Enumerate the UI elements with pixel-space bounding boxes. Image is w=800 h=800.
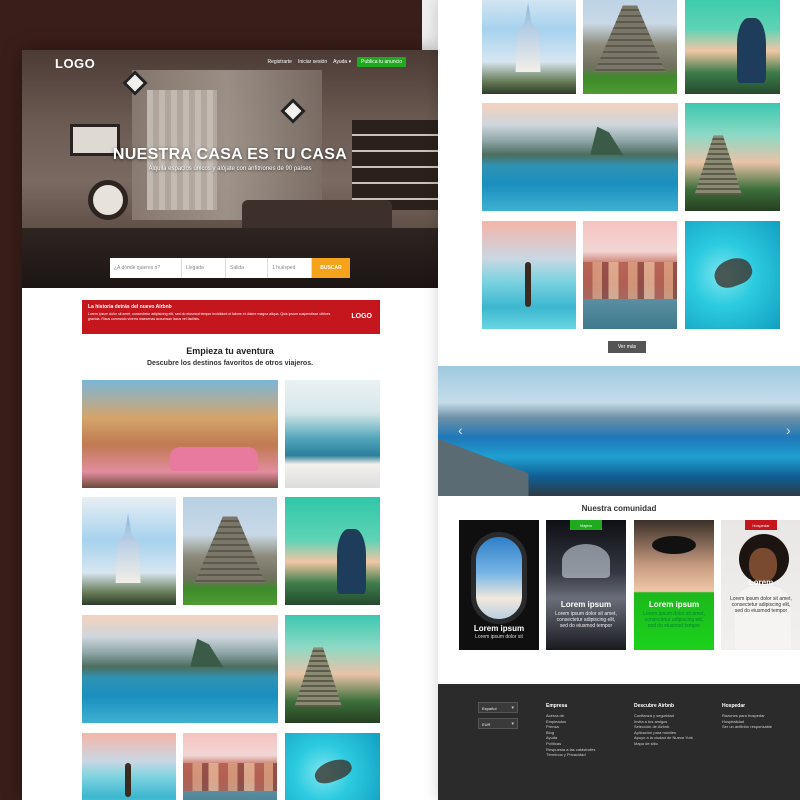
search-button[interactable]: BUSCAR [312, 258, 350, 278]
promo-banner[interactable]: La historia detrás del nuevo Airbnb Lore… [82, 300, 380, 334]
chevron-down-icon: ▾ [511, 721, 514, 727]
footer-column-hospedar: Hospedar Razones para hospedar Hospitali… [722, 703, 772, 730]
arrow-right-icon[interactable]: › [786, 422, 791, 438]
gallery-photo-balloons[interactable] [685, 0, 780, 94]
card-title: Lorem ipsum [560, 600, 612, 609]
footer: Español ▾ EUR ▾ [438, 684, 800, 800]
guests-select[interactable]: 1 huésped [268, 258, 312, 278]
see-more-button[interactable]: Ver más [608, 341, 646, 353]
arrow-left-icon[interactable]: ‹ [458, 422, 463, 438]
currency-value: EUR [482, 722, 491, 727]
traveler-badge: Viajero [570, 520, 602, 530]
promo-body: Lorem ipsum dolor sit amet, consectetur … [88, 312, 331, 321]
card-body: Lorem ipsum dolor sit amet, consectetur … [555, 611, 617, 629]
footer-heading: Hospedar [722, 703, 746, 709]
search-bar: ¿A dónde quieres ir? Llegada Salida 1 hu… [110, 258, 350, 278]
footer-link[interactable]: Términos y Privacidad [546, 752, 595, 758]
community-title: Nuestra comunidad [581, 504, 657, 513]
gallery-photo-pyramid[interactable] [183, 497, 277, 605]
gallery-photo-castle[interactable] [82, 497, 176, 605]
nav-login[interactable]: Iniciar sesión [298, 59, 327, 65]
card-title: Lorem ipsum [473, 624, 525, 633]
landing-page-right: Ver más ‹ › Nuestra comunidad Lorem ipsu… [438, 0, 800, 800]
card-body: Lorem ipsum dolor sit amet, consectetur … [643, 611, 705, 629]
nav-help[interactable]: Ayuda ▾ [333, 59, 351, 65]
footer-link[interactable]: Razones para hospedar [722, 713, 772, 719]
card-body: Lorem ipsum dolor sit amet, consectetur … [730, 596, 792, 614]
chevron-down-icon: ▾ [511, 705, 514, 711]
adventure-title: Empieza tu aventura [186, 346, 274, 356]
top-nav: Registrarte Iniciar sesión Ayuda ▾ Publi… [267, 57, 406, 67]
promo-logo: LOGO [351, 313, 372, 320]
community-card-4[interactable]: Hospedar Lorem Lorem ipsum dolor sit ame… [721, 520, 800, 650]
adventure-subtitle: Descubre los destinos favoritos de otros… [146, 360, 314, 367]
site-logo[interactable]: LOGO [55, 56, 95, 71]
checkout-input[interactable]: Salida [226, 258, 268, 278]
footer-column-descubre: Descubre Airbnb Confianza y seguridad In… [634, 703, 693, 747]
hero-chair [88, 180, 128, 220]
gallery-photo-venice[interactable] [183, 733, 277, 800]
footer-column-empresa: Empresa Acerca de Empleados Prensa Blog … [546, 703, 595, 758]
gallery-photo-venice[interactable] [583, 221, 677, 329]
community-card-1[interactable]: Lorem ipsum Lorem ipsum dolor sit [459, 520, 539, 650]
chevron-down-icon: ▾ [348, 59, 352, 65]
footer-link[interactable]: Ser un anfitrión responsable [722, 724, 772, 730]
hero-subtitle: Alquila espacios únicos y alójate con an… [148, 166, 312, 172]
plane-window [471, 532, 527, 624]
community-card-2[interactable]: Viajero Lorem ipsum Lorem ipsum dolor si… [546, 520, 626, 650]
hero-banner: LOGO Registrarte Iniciar sesión Ayuda ▾ … [22, 50, 438, 288]
publish-listing-button[interactable]: Publica tu anuncio [357, 57, 406, 67]
gallery-photo-traveler[interactable] [685, 103, 780, 211]
gallery-photo-rio[interactable] [482, 103, 678, 211]
card-title: Lorem [748, 578, 774, 587]
footer-heading: Empresa [546, 703, 568, 709]
nav-help-label: Ayuda [333, 59, 348, 65]
footer-link[interactable]: Mapa de sitio [634, 741, 693, 747]
promo-title: La historia detrás del nuevo Airbnb [88, 304, 172, 310]
gallery-photo-dock[interactable] [285, 380, 380, 488]
gallery-photo-swim[interactable] [685, 221, 780, 329]
hero-title: NUESTRA CASA ES TU CASA [112, 146, 348, 163]
language-select[interactable]: Español ▾ [478, 702, 518, 713]
umbrella [562, 544, 610, 578]
nav-register[interactable]: Registrarte [267, 59, 291, 65]
gallery-photo-swim[interactable] [285, 733, 380, 800]
gallery-photo-pyramid[interactable] [583, 0, 677, 94]
card-body: Lorem ipsum dolor sit [475, 634, 523, 640]
footer-heading: Descubre Airbnb [634, 703, 675, 709]
resort-slider[interactable] [438, 366, 800, 496]
gallery-photo-beach[interactable] [82, 733, 176, 800]
gallery-photo-traveler[interactable] [285, 615, 380, 723]
currency-select[interactable]: EUR ▾ [478, 718, 518, 729]
host-badge: Hospedar [745, 520, 777, 530]
community-card-3[interactable]: Lorem ipsum Lorem ipsum dolor sit amet, … [634, 520, 714, 650]
portrait-face [749, 548, 777, 582]
hat [652, 536, 696, 554]
destination-input[interactable]: ¿A dónde quieres ir? [110, 258, 182, 278]
language-value: Español [482, 706, 497, 711]
landing-page-left: LOGO Registrarte Iniciar sesión Ayuda ▾ … [22, 50, 438, 800]
hero-shelf [352, 120, 438, 210]
gallery-photo-balloons[interactable] [285, 497, 380, 605]
checkin-input[interactable]: Llegada [182, 258, 226, 278]
card-title: Lorem ipsum [648, 600, 700, 609]
gallery-photo-beach[interactable] [482, 221, 576, 329]
gallery-photo-castle[interactable] [482, 0, 576, 94]
gallery-photo-rio[interactable] [82, 615, 278, 723]
gallery-photo-street[interactable] [82, 380, 278, 488]
